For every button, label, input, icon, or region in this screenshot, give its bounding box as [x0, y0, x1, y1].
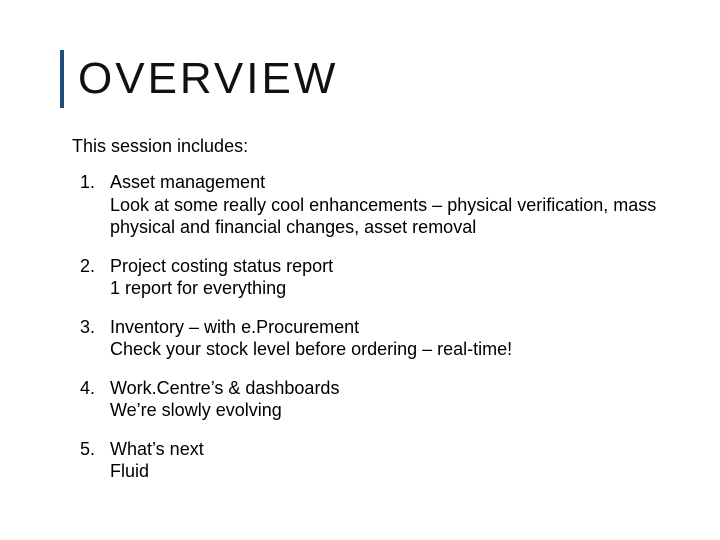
- item-desc: Fluid: [110, 460, 660, 483]
- title-accent-bar: [60, 50, 64, 108]
- list-item: Work.Centre’s & dashboards We’re slowly …: [100, 377, 660, 422]
- item-desc: 1 report for everything: [110, 277, 660, 300]
- list-item: Asset management Look at some really coo…: [100, 171, 660, 239]
- item-title: Work.Centre’s & dashboards: [110, 377, 660, 400]
- item-title: Project costing status report: [110, 255, 660, 278]
- item-title: What’s next: [110, 438, 660, 461]
- list-item: Project costing status report 1 report f…: [100, 255, 660, 300]
- item-desc: We’re slowly evolving: [110, 399, 660, 422]
- item-title: Inventory – with e.Procurement: [110, 316, 660, 339]
- slide-title: OVERVIEW: [78, 50, 338, 108]
- agenda-list: Asset management Look at some really coo…: [78, 171, 660, 483]
- item-title: Asset management: [110, 171, 660, 194]
- list-item: Inventory – with e.Procurement Check you…: [100, 316, 660, 361]
- list-item: What’s next Fluid: [100, 438, 660, 483]
- title-block: OVERVIEW: [60, 50, 660, 108]
- intro-text: This session includes:: [72, 136, 660, 157]
- item-desc: Check your stock level before ordering –…: [110, 338, 660, 361]
- slide: OVERVIEW This session includes: Asset ma…: [0, 0, 720, 540]
- item-desc: Look at some really cool enhancements – …: [110, 194, 660, 239]
